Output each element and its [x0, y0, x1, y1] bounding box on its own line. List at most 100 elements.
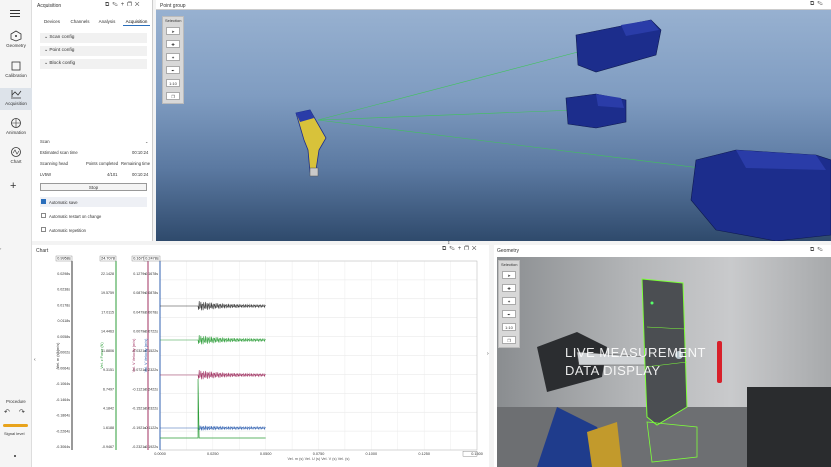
y-tick-label: 0.0078s: [145, 310, 158, 314]
section-point-config[interactable]: ⌄ Point config: [40, 46, 147, 56]
camera-feed[interactable]: LIVE MEASUREMENT DATA DISPLAY: [497, 257, 831, 467]
checkbox-box[interactable]: [41, 227, 46, 232]
copy-tool-button[interactable]: ❐: [502, 336, 516, 344]
acquisition-icon: [11, 90, 22, 99]
y-tick-label: 0.0298s: [57, 272, 70, 276]
y-tick-label: 6.7497: [103, 387, 114, 391]
overlay-line2: DATA DISPLAY: [565, 363, 661, 378]
undo-icon[interactable]: ↶: [4, 408, 10, 416]
x-tick-label: 0.1000: [366, 452, 378, 456]
checkbox-box[interactable]: [41, 213, 46, 218]
geometry-panel: Geometry ⧉✎ LIVE MEASUREMENT DATA DISPLA…: [494, 245, 831, 467]
tab-acquisition[interactable]: Acquisition: [123, 17, 150, 26]
checkbox-box[interactable]: [41, 199, 46, 204]
signal-level-bar: [3, 424, 28, 427]
pointer-tool-button[interactable]: ➤: [502, 271, 516, 279]
estimated-value: 00:10:24: [132, 150, 149, 155]
y-axis-top-value: 24.7078: [101, 257, 115, 261]
scan-label: Scan: [40, 139, 50, 144]
geometry-toolbar: ⧉✎: [810, 247, 826, 254]
stop-button[interactable]: Stop: [40, 183, 147, 191]
rail-item-chart[interactable]: Chart: [0, 146, 32, 168]
acquisition-panel: Acquisition ⧉✎+❐✕ Devices Channels Analy…: [32, 0, 153, 241]
section-block-config[interactable]: ⌄ Block config: [40, 59, 147, 69]
chart-icon: [11, 147, 21, 157]
rail-item-animation[interactable]: Animation: [0, 117, 32, 139]
shaker-middle: [565, 93, 627, 129]
checkbox-automatic-restart[interactable]: Automatic restart on change: [40, 211, 147, 221]
y-axis-label: Vel. V Velocity (m/s): [132, 338, 136, 372]
y-tick-label: 0.0058s: [57, 335, 70, 339]
zoom-select[interactable]: 1:10: [502, 323, 516, 331]
procedure-label[interactable]: Procedure: [6, 399, 26, 404]
edit-icon[interactable]: ✎: [112, 2, 120, 8]
rail-item-acquisition[interactable]: Acquisition: [0, 88, 32, 110]
y-tick-label: -0.2422s: [144, 387, 158, 391]
y-tick-label: 0.0178s: [57, 303, 70, 307]
overlay-line1: LIVE MEASUREMENT: [565, 345, 706, 360]
y-tick-label: -0.0722s: [144, 330, 158, 334]
checkbox-automatic-save[interactable]: Automatic save: [40, 197, 147, 207]
geometry-titlebar: Geometry ⧉✎: [494, 245, 831, 256]
chart-toolbar: ⧉✎+❐✕: [442, 246, 479, 253]
status-dot: [14, 455, 16, 457]
tab-channels[interactable]: Channels: [67, 17, 93, 26]
y-tick-label: 9.3151: [103, 368, 114, 372]
redo-icon[interactable]: ↷: [19, 408, 25, 416]
splitter-arrow-left[interactable]: ›: [0, 246, 1, 251]
y-tick-label: 22.1428: [101, 272, 114, 276]
close-icon[interactable]: ✕: [472, 246, 480, 252]
section-scan-config[interactable]: ⌄ Scan config: [40, 33, 147, 43]
y-tick-label: -0.2264s: [56, 429, 70, 433]
edit-icon[interactable]: ✎: [817, 247, 825, 253]
y-tick-label: 0.1678s: [145, 272, 158, 276]
y-axis-label: Vel. m (s) (m/s): [56, 342, 60, 368]
left-rail: Geometry Calibration Acquisition Animati…: [0, 0, 32, 467]
rail-label: Animation: [5, 130, 26, 135]
y-tick-label: 4.1842: [103, 407, 114, 411]
panel-title: Acquisition: [37, 3, 62, 9]
y-tick-label: -0.3064s: [56, 445, 70, 449]
lasso-tool-button[interactable]: ✦: [502, 297, 516, 305]
y-tick-label: -0.0322s: [144, 407, 158, 411]
point-group-viewport[interactable]: Point group ⧉✎ Selection ➤ ✚ ✦ ✒ 1:10 ❐: [156, 0, 831, 241]
rail-label: Calibration: [5, 73, 27, 78]
y-tick-label: -0.1464s: [56, 398, 70, 402]
device-name: LV5W: [40, 172, 52, 177]
estimated-label: Estimated scan time: [40, 150, 78, 155]
edit-icon[interactable]: ✎: [817, 1, 825, 7]
edit-icon[interactable]: ✎: [449, 246, 457, 252]
shaker-bottom: [690, 149, 831, 241]
y-tick-label: 0.0118s: [57, 319, 70, 323]
x-tick-label: 0.0250: [207, 452, 219, 456]
viewport-toolbar: ⧉✎: [810, 1, 826, 8]
chevron-down-icon[interactable]: ⌄: [145, 139, 149, 144]
remaining-label: Remaining time: [121, 161, 151, 166]
brush-tool-button[interactable]: ✒: [502, 310, 516, 318]
points-completed-label: Points completed: [86, 161, 119, 166]
y-tick-label: 14.4463: [101, 330, 114, 334]
plus-icon[interactable]: +: [10, 181, 16, 192]
chart-legend: Vel. m (s) Vel. U (s) Vel. V (s) Vel. (s…: [287, 457, 350, 461]
remaining-value: 00:10:24: [132, 172, 149, 177]
chart-panel: Chart ⧉✎+❐✕ ‹ › 0.9958s 0.0298s 0.0238s 0.0…: [32, 245, 489, 467]
menu-icon[interactable]: [10, 10, 20, 17]
calibration-icon: [11, 61, 21, 71]
rail-item-calibration[interactable]: Calibration: [0, 60, 32, 82]
rail-label: Geometry: [6, 43, 26, 48]
camera-scene: [497, 278, 831, 467]
scanning-head-label: Scanning head: [40, 161, 68, 166]
viewport-titlebar: Point group ⧉✎: [156, 0, 831, 10]
y-tick-label: -0.1064s: [56, 382, 70, 386]
checkbox-automatic-repetition[interactable]: Automatic repetition: [40, 225, 147, 235]
chart-plot[interactable]: 0.9958s 0.0298s 0.0238s 0.0178s 0.0118s 0.005…: [32, 254, 489, 467]
popout-icon[interactable]: ❐: [464, 246, 472, 252]
panel-toolbar: ⧉✎+❐✕: [105, 2, 142, 9]
popout-icon[interactable]: ❐: [127, 2, 135, 8]
tab-analysis[interactable]: Analysis: [96, 17, 118, 26]
geometry-selection-toolbox: Selection ➤ ✚ ✦ ✒ 1:10 ❐: [498, 260, 520, 348]
rail-item-geometry[interactable]: Geometry: [0, 30, 32, 52]
select-add-tool-button[interactable]: ✚: [502, 284, 516, 292]
tab-devices[interactable]: Devices: [40, 17, 64, 26]
close-icon[interactable]: ✕: [135, 2, 143, 8]
